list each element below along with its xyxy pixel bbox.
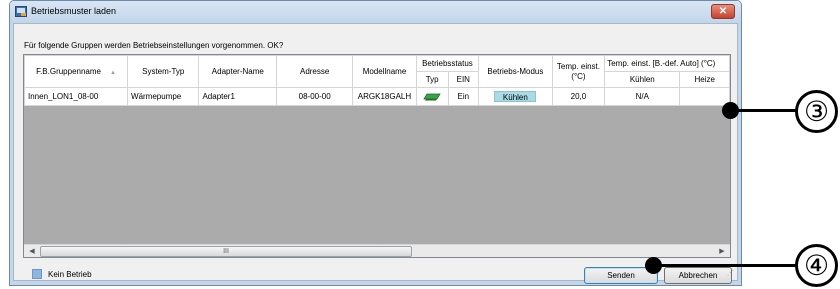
close-icon: ✕ xyxy=(718,6,728,17)
scroll-right-icon[interactable]: ▶ xyxy=(715,246,729,257)
groups-table: F.B.Gruppenname ▲ System-Typ Adapter-Name… xyxy=(24,55,730,106)
sort-arrow-icon: ▲ xyxy=(110,70,116,76)
callout-3-line xyxy=(732,109,798,112)
cell-cooling: N/A xyxy=(604,87,681,106)
indoor-unit-icon xyxy=(423,93,441,101)
col-header-group-name[interactable]: F.B.Gruppenname ▲ xyxy=(24,55,129,88)
col-header-op-type[interactable]: Typ xyxy=(415,71,449,88)
mode-badge: Kühlen xyxy=(494,91,537,102)
stage: { "window": { "title": "Betriebsmuster l… xyxy=(0,0,840,289)
callout-4-line xyxy=(655,264,798,267)
scroll-thumb[interactable]: III xyxy=(40,246,412,257)
cell-group-name: Innen_LON1_08-00 xyxy=(24,87,129,106)
cell-address: 08-00-00 xyxy=(276,87,354,106)
cell-model-name: ARGK18GALH xyxy=(352,87,417,106)
col-header-system-type[interactable]: System-Typ xyxy=(127,55,200,88)
cell-system-type: Wärmepumpe xyxy=(127,87,200,106)
cell-op-type xyxy=(415,87,449,106)
col-header-mode[interactable]: Betriebs-Modus xyxy=(478,55,553,88)
table-row[interactable]: Innen_LON1_08-00 Wärmepumpe Adapter1 08-… xyxy=(24,87,730,106)
dialog-window: Betriebsmuster laden ✕ Für folgende Grup… xyxy=(9,0,742,286)
legend-label: Kein Betrieb xyxy=(48,270,92,279)
window-title: Betriebsmuster laden xyxy=(31,6,117,16)
col-header-cooling[interactable]: Kühlen xyxy=(604,71,681,88)
window-app-icon xyxy=(15,6,27,17)
col-header-op-on[interactable]: EIN xyxy=(447,71,480,88)
cell-temp-set: 20,0 xyxy=(551,87,606,106)
confirmation-prompt: Für folgende Gruppen werden Betriebseins… xyxy=(24,41,284,50)
callout-4-marker: ④ xyxy=(795,244,838,287)
col-header-model-name[interactable]: Modellname xyxy=(352,55,417,88)
title-bar[interactable]: Betriebsmuster laden ✕ xyxy=(10,1,741,23)
groups-grid: F.B.Gruppenname ▲ System-Typ Adapter-Name… xyxy=(23,54,731,258)
col-header-temp-auto[interactable]: Temp. einst. [B.-def. Auto] (°C) xyxy=(604,55,730,72)
scroll-left-icon[interactable]: ◀ xyxy=(25,246,39,257)
cell-op-on: Ein xyxy=(447,87,480,106)
horizontal-scrollbar[interactable]: ◀ III ▶ xyxy=(24,244,730,257)
resize-grip-icon[interactable]: ⋰ xyxy=(727,270,735,278)
col-header-temp-set[interactable]: Temp. einst. (°C) xyxy=(551,55,606,88)
close-button[interactable]: ✕ xyxy=(711,4,735,19)
col-header-adapter-name[interactable]: Adapter-Name xyxy=(198,55,278,88)
cell-mode: Kühlen xyxy=(478,87,553,106)
col-header-address[interactable]: Adresse xyxy=(276,55,354,88)
cell-adapter-name: Adapter1 xyxy=(198,87,278,106)
cancel-button[interactable]: Abbrechen xyxy=(664,267,732,284)
cell-heating xyxy=(679,87,730,106)
callout-3-marker: ③ xyxy=(795,90,838,133)
col-header-operation-status[interactable]: Betriebsstatus xyxy=(415,55,480,72)
col-header-heating[interactable]: Heize xyxy=(679,71,730,88)
legend-swatch xyxy=(32,269,42,279)
dialog-body: Für folgende Gruppen werden Betriebseins… xyxy=(13,23,738,284)
